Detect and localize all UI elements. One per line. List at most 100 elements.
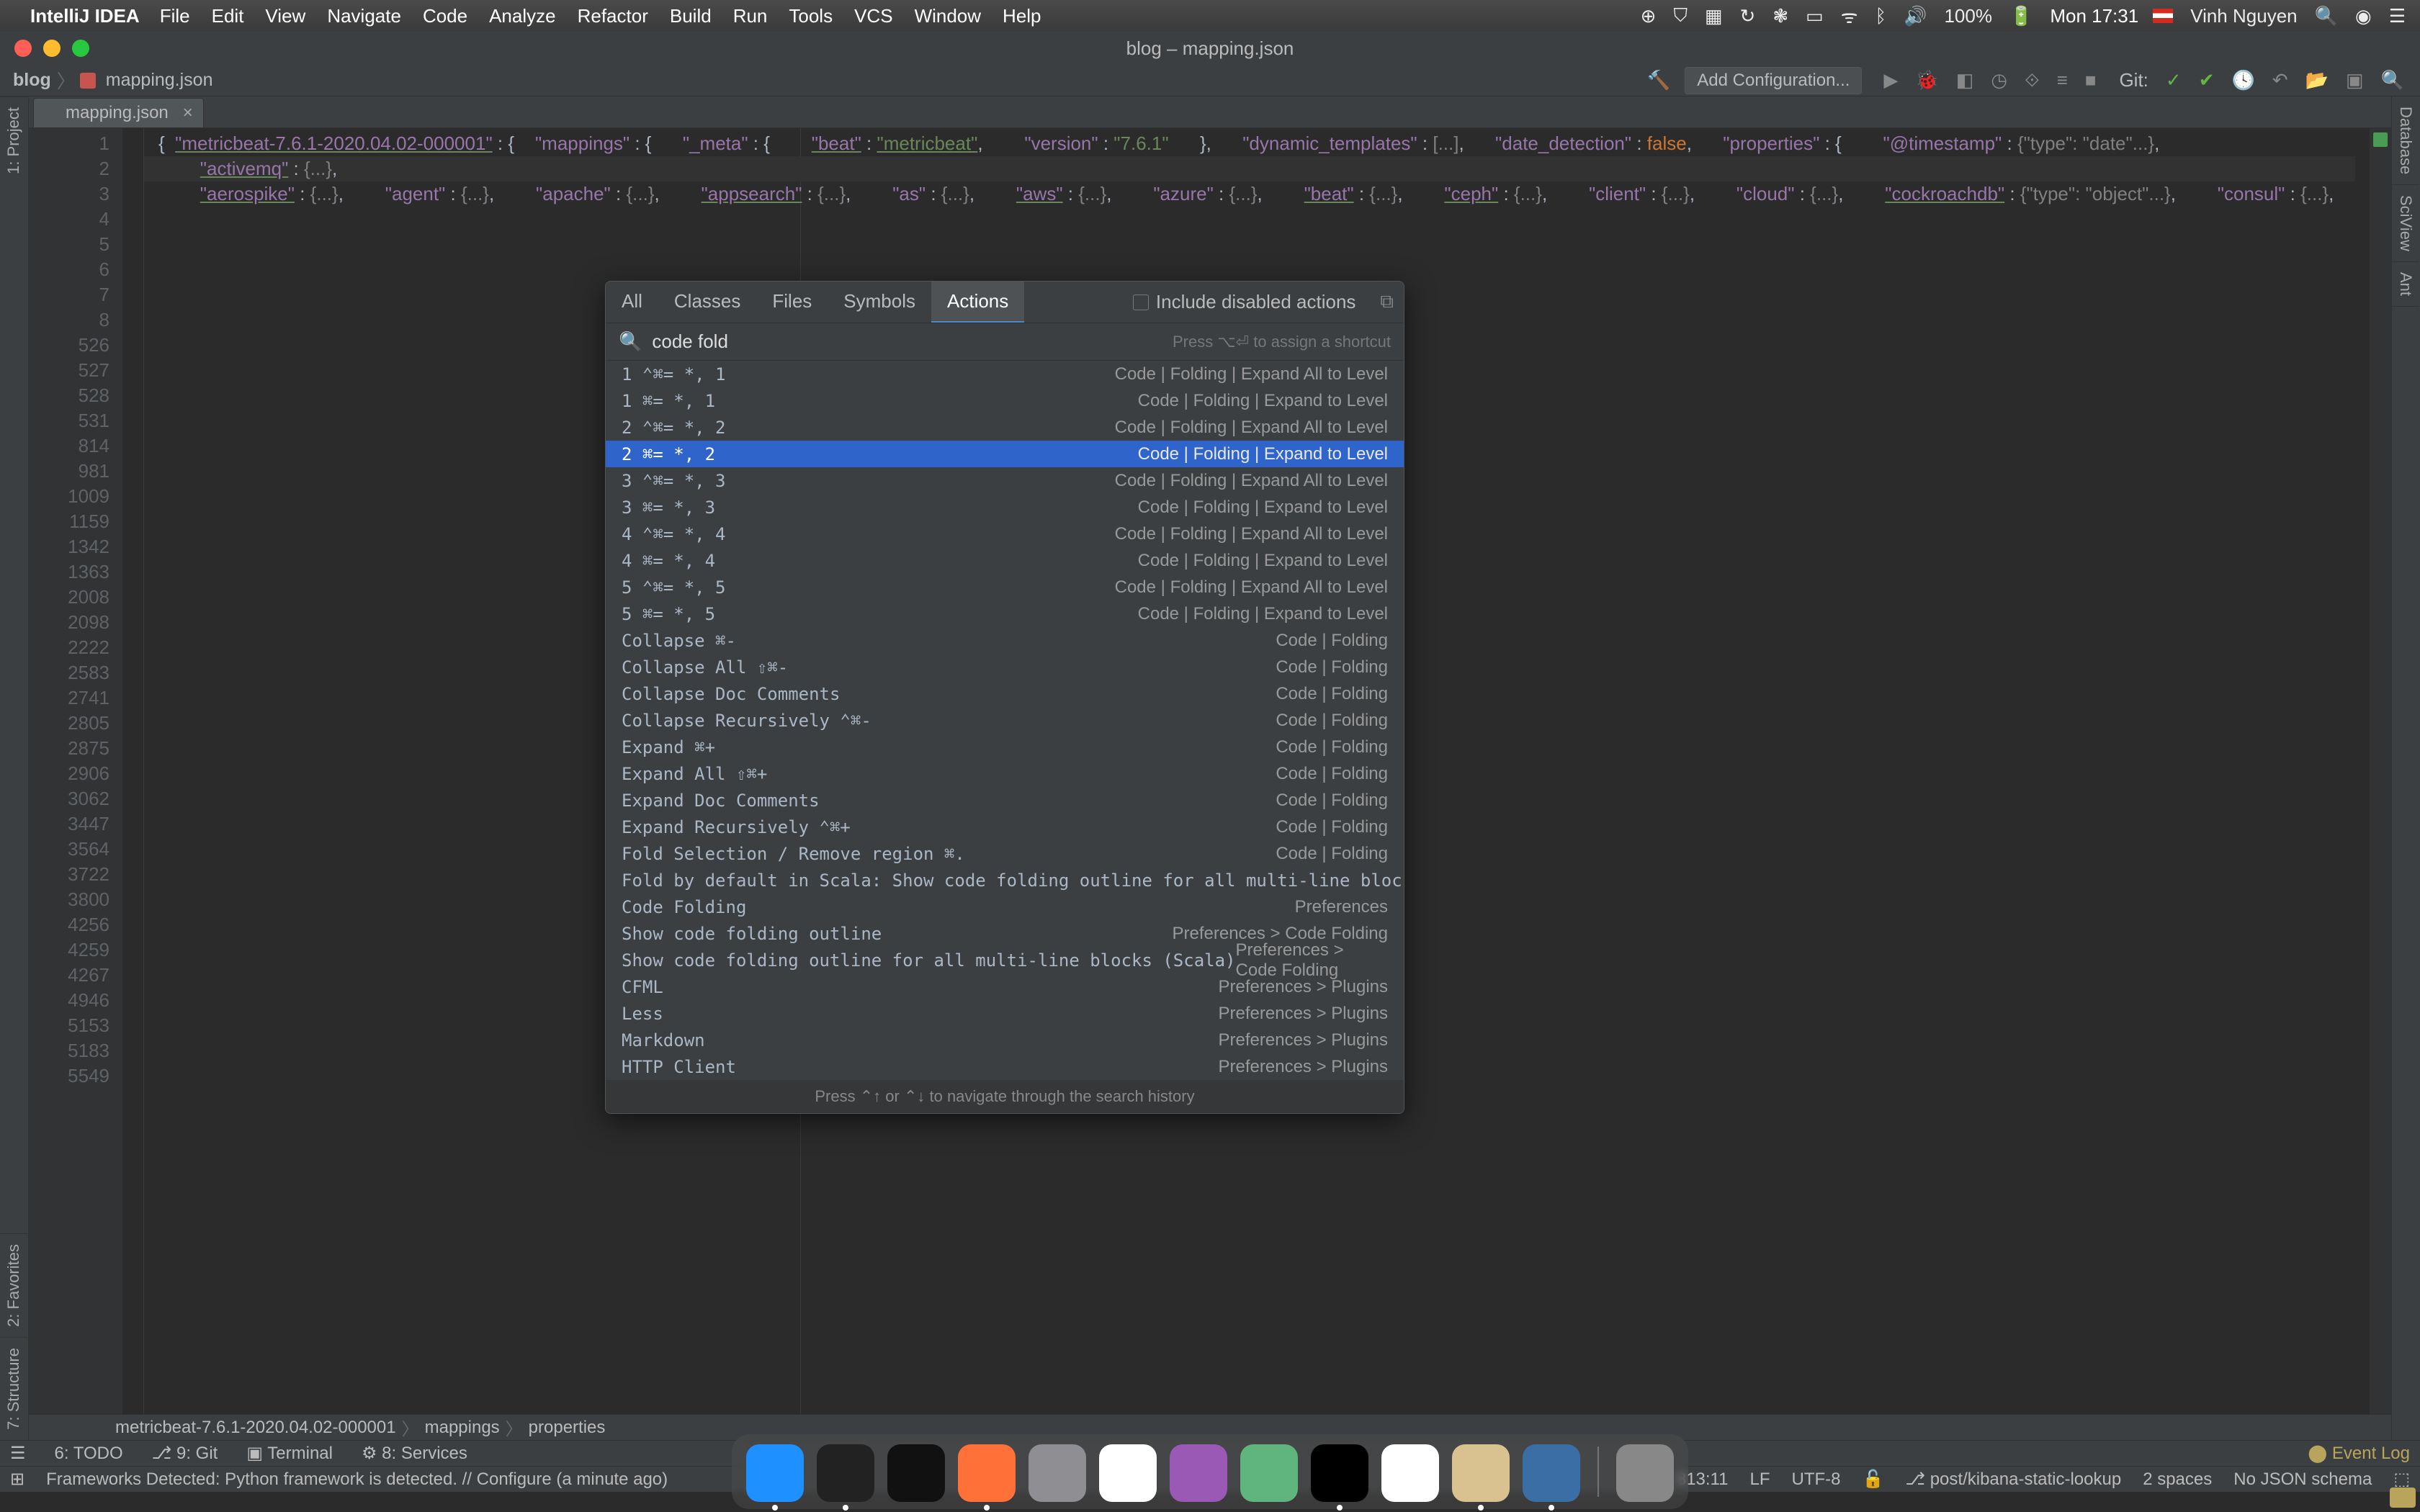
memory-icon[interactable]: ⬚ bbox=[2393, 1469, 2410, 1490]
project-crumb[interactable]: blog bbox=[7, 70, 57, 91]
popup-result-row[interactable]: MarkdownPreferences > Plugins bbox=[606, 1027, 1404, 1053]
services-tool-button[interactable]: ⚙ 8: Services bbox=[362, 1443, 467, 1464]
battery-icon[interactable]: 🔋 bbox=[2009, 5, 2033, 27]
popup-result-row[interactable]: 2 ⌘= *, 2Code | Folding | Expand to Leve… bbox=[606, 441, 1404, 467]
popup-tab[interactable]: Symbols bbox=[828, 282, 931, 323]
status-indicator-icon[interactable]: ⊞ bbox=[10, 1469, 24, 1490]
popup-result-row[interactable]: Collapse Doc CommentsCode | Folding bbox=[606, 680, 1404, 707]
zoom-window-button[interactable] bbox=[72, 40, 89, 57]
popup-result-row[interactable]: HTTP ClientPreferences > Plugins bbox=[606, 1053, 1404, 1080]
popup-result-row[interactable]: 3 ⌃⌘= *, 3Code | Folding | Expand All to… bbox=[606, 467, 1404, 494]
mac-menu-item[interactable]: Refactor bbox=[578, 5, 648, 27]
build-icon[interactable]: 🔨 bbox=[1647, 69, 1670, 91]
project-tool-button[interactable]: 1: Project bbox=[0, 96, 27, 184]
close-window-button[interactable] bbox=[14, 40, 32, 57]
breadcrumb-item[interactable]: metricbeat-7.6.1-2020.04.02-000001 bbox=[115, 1418, 396, 1438]
coverage-icon[interactable]: ◧ bbox=[1956, 69, 1974, 91]
ant-tool-button[interactable]: Ant bbox=[2392, 262, 2419, 307]
minimize-window-button[interactable] bbox=[43, 40, 60, 57]
popup-results[interactable]: 1 ⌃⌘= *, 1Code | Folding | Expand All to… bbox=[606, 361, 1404, 1080]
menu-icon[interactable]: ☰ bbox=[10, 1443, 26, 1464]
popup-result-row[interactable]: LessPreferences > Plugins bbox=[606, 1000, 1404, 1027]
attach-icon[interactable]: ⟐ bbox=[2025, 69, 2040, 92]
mac-menu-item[interactable]: Window bbox=[915, 5, 981, 27]
include-disabled-checkbox[interactable]: Include disabled actions bbox=[1119, 282, 1371, 323]
profile-icon[interactable]: ◷ bbox=[1991, 69, 2007, 91]
line-separator[interactable]: LF bbox=[1749, 1470, 1770, 1490]
spotlight-icon[interactable]: 🔍 bbox=[2315, 5, 2338, 27]
notifications-icon[interactable]: ☰ bbox=[2389, 5, 2406, 27]
clock[interactable]: Mon 17:31 bbox=[2050, 5, 2138, 27]
wifi-icon[interactable]: ᯤ bbox=[1841, 3, 1858, 29]
mac-menu-item[interactable]: Code bbox=[423, 5, 467, 27]
indent-info[interactable]: 2 spaces bbox=[2143, 1470, 2212, 1490]
vcs-revert-icon[interactable]: ↶ bbox=[2272, 69, 2288, 91]
error-stripe[interactable] bbox=[2370, 128, 2391, 1440]
terminal-tool-button[interactable]: ▣ Terminal bbox=[246, 1443, 333, 1464]
fold-stripe[interactable] bbox=[122, 128, 144, 1440]
mac-menu-item[interactable]: Analyze bbox=[489, 5, 556, 27]
dock-app-firefox[interactable] bbox=[958, 1444, 1016, 1502]
close-icon[interactable]: × bbox=[183, 103, 193, 123]
shield-icon[interactable]: ⛉ bbox=[1673, 4, 1688, 27]
mac-menu-item[interactable]: Tools bbox=[789, 5, 833, 27]
popup-result-row[interactable]: Expand Doc CommentsCode | Folding bbox=[606, 787, 1404, 814]
siri-icon[interactable]: ◉ bbox=[2355, 5, 2372, 27]
dock-app-quicktime[interactable] bbox=[1523, 1444, 1580, 1502]
popup-result-row[interactable]: 2 ⌃⌘= *, 2Code | Folding | Expand All to… bbox=[606, 414, 1404, 441]
notification-badge[interactable] bbox=[2390, 1488, 2416, 1508]
database-tool-button[interactable]: Database bbox=[2392, 96, 2419, 185]
mac-menu-item[interactable]: Edit bbox=[212, 5, 244, 27]
mac-menu-item[interactable]: Help bbox=[1003, 5, 1041, 27]
search-icon[interactable]: ▣ bbox=[2346, 69, 2364, 91]
bluetooth-icon[interactable]: ᛒ bbox=[1875, 5, 1886, 27]
run-icon[interactable]: ▶ bbox=[1883, 69, 1898, 91]
search-everywhere-icon[interactable]: 🔍 bbox=[2381, 69, 2404, 91]
editor-tab[interactable]: mapping.json × bbox=[33, 98, 204, 127]
dock-app-color[interactable] bbox=[1381, 1444, 1439, 1502]
breadcrumb-item[interactable]: mappings bbox=[425, 1418, 500, 1438]
dock-app-photos[interactable] bbox=[1099, 1444, 1157, 1502]
popup-result-row[interactable]: 4 ⌃⌘= *, 4Code | Folding | Expand All to… bbox=[606, 521, 1404, 547]
popup-result-row[interactable]: Expand ⌘+Code | Folding bbox=[606, 734, 1404, 760]
volume-icon[interactable]: 🔊 bbox=[1904, 5, 1927, 27]
popup-result-row[interactable]: Expand All ⇧⌘+Code | Folding bbox=[606, 760, 1404, 787]
status-message[interactable]: Frameworks Detected: Python framework is… bbox=[46, 1470, 668, 1490]
run-config-combo[interactable]: Add Configuration... bbox=[1685, 67, 1862, 94]
vcs-commit-icon[interactable]: ✔ bbox=[2199, 69, 2215, 91]
popup-tab[interactable]: Actions bbox=[931, 282, 1024, 323]
dock-app-trash[interactable] bbox=[1616, 1444, 1674, 1502]
popup-tab[interactable]: Files bbox=[756, 282, 828, 323]
mac-menu-item[interactable]: Build bbox=[670, 5, 712, 27]
dock-app-settings[interactable] bbox=[1028, 1444, 1086, 1502]
popup-result-row[interactable]: 1 ⌃⌘= *, 1Code | Folding | Expand All to… bbox=[606, 361, 1404, 387]
dock-app-terminal[interactable] bbox=[817, 1444, 874, 1502]
popup-result-row[interactable]: 3 ⌘= *, 3Code | Folding | Expand to Leve… bbox=[606, 494, 1404, 521]
dock-app-finder[interactable] bbox=[746, 1444, 804, 1502]
dock-app-activity[interactable] bbox=[887, 1444, 945, 1502]
popup-result-row[interactable]: 1 ⌘= *, 1Code | Folding | Expand to Leve… bbox=[606, 387, 1404, 414]
dock-app-atom[interactable] bbox=[1240, 1444, 1298, 1502]
debug-icon[interactable]: 🐞 bbox=[1915, 69, 1938, 91]
flag-icon[interactable] bbox=[2153, 9, 2173, 23]
popup-result-row[interactable]: 5 ⌃⌘= *, 5Code | Folding | Expand All to… bbox=[606, 574, 1404, 600]
popup-result-row[interactable]: Code FoldingPreferences bbox=[606, 894, 1404, 920]
git-tool-button[interactable]: ⎇ 9: Git bbox=[152, 1443, 218, 1464]
todo-tool-button[interactable]: 6: TODO bbox=[55, 1444, 123, 1464]
grid-icon[interactable]: ▦ bbox=[1705, 5, 1723, 27]
mac-menu-item[interactable]: File bbox=[160, 5, 190, 27]
mac-menu-item[interactable]: Navigate bbox=[327, 5, 401, 27]
app-name[interactable]: IntelliJ IDEA bbox=[30, 5, 140, 27]
timemachine-icon[interactable]: ↻ bbox=[1740, 5, 1756, 27]
username[interactable]: Vinh Nguyen bbox=[2190, 5, 2297, 27]
stop-icon[interactable]: ≡ bbox=[2057, 69, 2068, 91]
vcs-push-icon[interactable]: 📂 bbox=[2305, 69, 2329, 91]
sciview-tool-button[interactable]: SciView bbox=[2392, 185, 2419, 262]
stop2-icon[interactable]: ■ bbox=[2085, 69, 2097, 91]
popup-result-row[interactable]: Collapse ⌘-Code | Folding bbox=[606, 627, 1404, 654]
popup-result-row[interactable]: CFMLPreferences > Plugins bbox=[606, 973, 1404, 1000]
popup-result-row[interactable]: Fold by default in Scala: Show code fold… bbox=[606, 867, 1404, 894]
mac-menu-item[interactable]: VCS bbox=[854, 5, 892, 27]
file-crumb[interactable]: mapping.json bbox=[100, 70, 219, 91]
readonly-icon[interactable]: 🔓 bbox=[1862, 1469, 1883, 1490]
